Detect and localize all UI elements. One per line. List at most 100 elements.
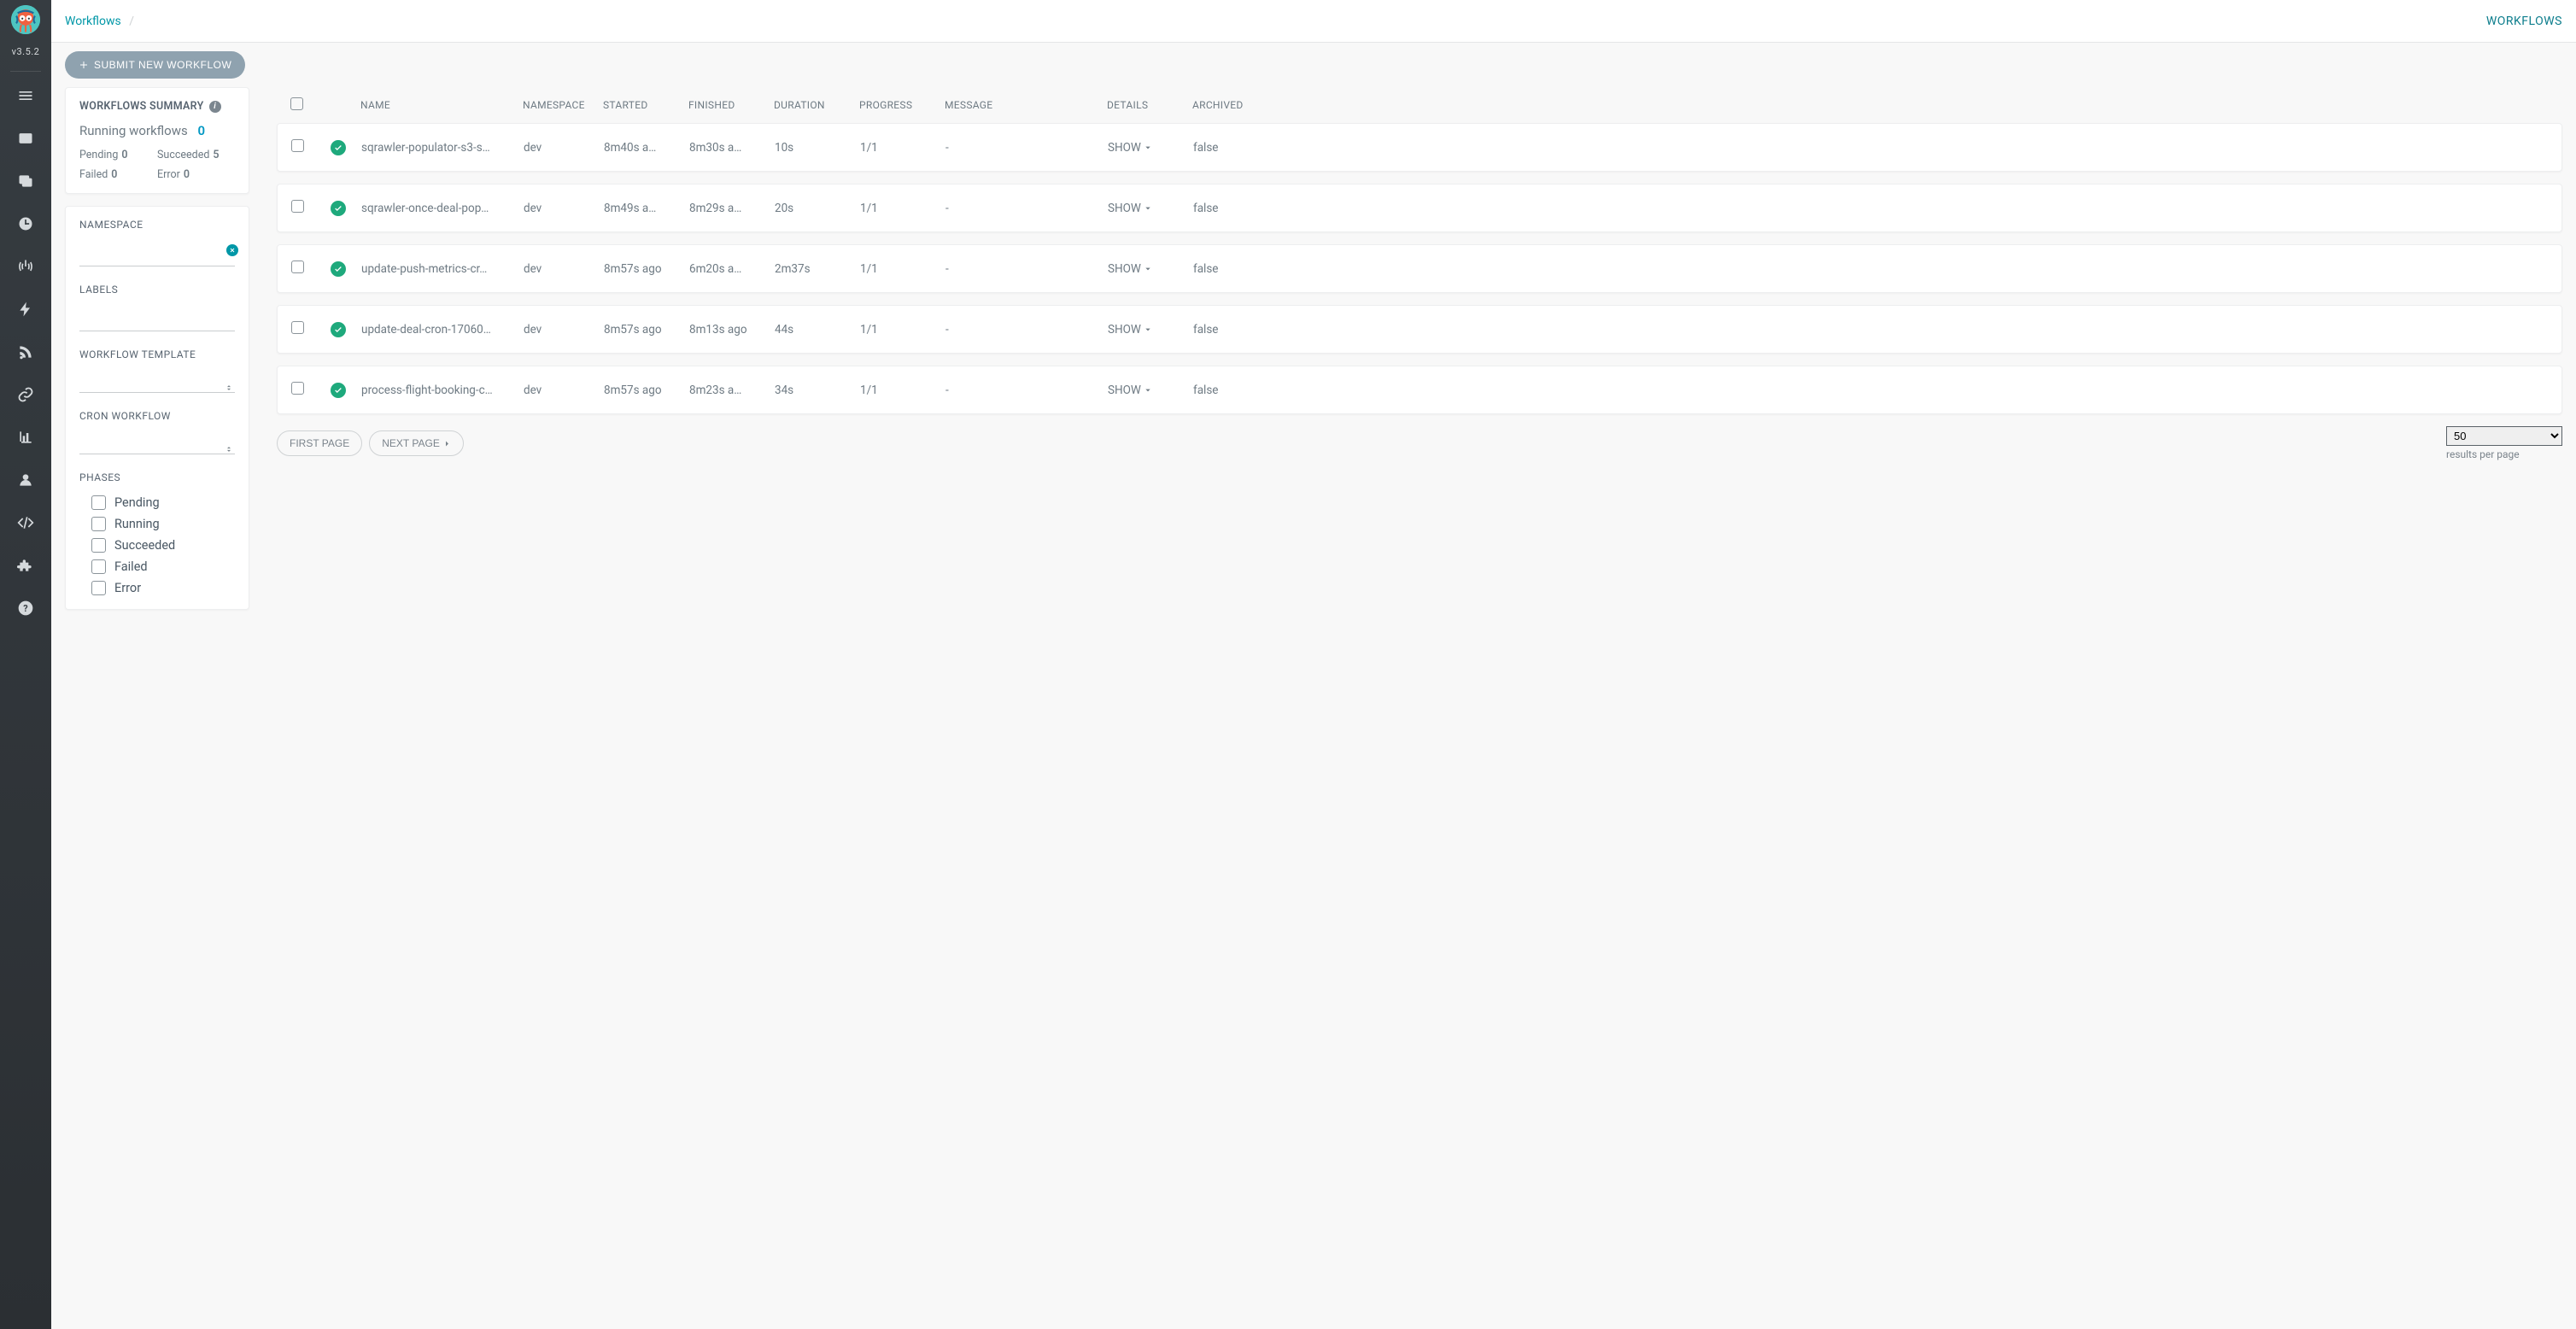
table-row[interactable]: update-deal-cron-17060…dev8m57s ago8m13s… bbox=[277, 305, 2562, 354]
nav-user[interactable] bbox=[0, 465, 51, 495]
details-show-button[interactable]: SHOW bbox=[1108, 262, 1193, 276]
phase-checkbox[interactable] bbox=[91, 517, 106, 531]
nav-help[interactable]: ? bbox=[0, 593, 51, 624]
cell-duration: 2m37s bbox=[775, 262, 860, 276]
phase-checkbox[interactable] bbox=[91, 581, 106, 595]
phase-label: Running bbox=[114, 517, 160, 531]
cell-name: sqrawler-once-deal-pop… bbox=[361, 202, 524, 215]
cell-namespace: dev bbox=[524, 141, 604, 155]
cards-icon bbox=[17, 173, 34, 190]
cell-started: 8m57s ago bbox=[604, 323, 689, 337]
nav-plugins[interactable] bbox=[0, 550, 51, 581]
cell-started: 8m40s a… bbox=[604, 141, 689, 155]
running-label: Running workflows bbox=[79, 123, 188, 138]
puzzle-icon bbox=[17, 557, 34, 574]
breadcrumb-separator: / bbox=[129, 15, 134, 28]
nav-cluster-templates[interactable] bbox=[0, 166, 51, 196]
nav-cron[interactable] bbox=[0, 208, 51, 239]
nav-api[interactable] bbox=[0, 507, 51, 538]
nav-sensors[interactable] bbox=[0, 251, 51, 282]
cell-archived: false bbox=[1193, 383, 1255, 397]
submit-workflow-label: SUBMIT NEW WORKFLOW bbox=[94, 59, 231, 71]
cell-finished: 8m29s a… bbox=[689, 202, 775, 215]
phase-running[interactable]: Running bbox=[91, 517, 235, 531]
namespace-clear-button[interactable] bbox=[226, 244, 238, 256]
namespace-input[interactable] bbox=[79, 246, 235, 266]
cron-workflow-label: CRON WORKFLOW bbox=[79, 410, 235, 422]
details-show-button[interactable]: SHOW bbox=[1108, 141, 1193, 155]
col-archived: ARCHIVED bbox=[1192, 99, 1254, 111]
phase-pending[interactable]: Pending bbox=[91, 495, 235, 510]
caret-down-icon bbox=[1145, 144, 1151, 151]
version-label: v3.5.2 bbox=[12, 46, 40, 57]
cron-workflow-select[interactable] bbox=[79, 437, 235, 454]
table-row[interactable]: update-push-metrics-cr…dev8m57s ago6m20s… bbox=[277, 244, 2562, 293]
col-finished: FINISHED bbox=[688, 99, 774, 111]
caret-down-icon bbox=[1145, 326, 1151, 333]
cell-progress: 1/1 bbox=[860, 383, 946, 397]
labels-label: LABELS bbox=[79, 284, 235, 296]
plus-icon bbox=[79, 60, 89, 70]
row-checkbox[interactable] bbox=[291, 261, 304, 273]
cell-progress: 1/1 bbox=[860, 262, 946, 276]
cell-archived: false bbox=[1193, 323, 1255, 337]
details-show-button[interactable]: SHOW bbox=[1108, 202, 1193, 215]
col-started: STARTED bbox=[603, 99, 688, 111]
first-page-button[interactable]: FIRST PAGE bbox=[277, 430, 362, 456]
select-all-checkbox[interactable] bbox=[290, 97, 303, 110]
details-show-button[interactable]: SHOW bbox=[1108, 383, 1193, 397]
table-row[interactable]: sqrawler-once-deal-pop…dev8m49s a…8m29s … bbox=[277, 184, 2562, 232]
row-checkbox[interactable] bbox=[291, 139, 304, 152]
argo-logo[interactable] bbox=[11, 5, 40, 34]
bolt-icon bbox=[17, 301, 34, 318]
info-icon[interactable]: i bbox=[209, 101, 221, 113]
phase-checkbox[interactable] bbox=[91, 538, 106, 553]
filters-sidebar: WORKFLOWS SUMMARY i Running workflows 0 … bbox=[65, 87, 249, 610]
cell-progress: 1/1 bbox=[860, 323, 946, 337]
chevron-right-icon bbox=[443, 440, 451, 448]
cell-message: - bbox=[946, 202, 1108, 215]
cell-message: - bbox=[946, 141, 1108, 155]
phase-error[interactable]: Error bbox=[91, 581, 235, 595]
close-icon bbox=[229, 247, 236, 254]
cell-archived: false bbox=[1193, 141, 1255, 155]
table-area: NAME NAMESPACE STARTED FINISHED DURATION… bbox=[277, 87, 2562, 460]
table-row[interactable]: sqrawler-populator-s3-s…dev8m40s a…8m30s… bbox=[277, 123, 2562, 172]
nav-reports[interactable] bbox=[0, 422, 51, 453]
nav-event-sources[interactable] bbox=[0, 337, 51, 367]
cell-progress: 1/1 bbox=[860, 141, 946, 155]
breadcrumb-root[interactable]: Workflows bbox=[65, 15, 121, 28]
phase-label: Succeeded bbox=[114, 538, 175, 553]
status-succeeded-icon bbox=[331, 383, 346, 398]
breadcrumb: Workflows / bbox=[65, 15, 139, 28]
table-row[interactable]: process-flight-booking-c…dev8m57s ago8m2… bbox=[277, 366, 2562, 414]
phase-succeeded[interactable]: Succeeded bbox=[91, 538, 235, 553]
next-page-button[interactable]: NEXT PAGE bbox=[369, 430, 464, 456]
phase-label: Error bbox=[114, 581, 141, 595]
table-header: NAME NAMESPACE STARTED FINISHED DURATION… bbox=[277, 87, 2562, 123]
filters-card: NAMESPACE LABELS WORKFLOW TEMPLATE bbox=[65, 206, 249, 610]
details-show-button[interactable]: SHOW bbox=[1108, 323, 1193, 337]
antenna-icon bbox=[17, 258, 34, 275]
submit-workflow-button[interactable]: SUBMIT NEW WORKFLOW bbox=[65, 51, 245, 79]
nav-templates[interactable] bbox=[0, 123, 51, 154]
labels-input[interactable] bbox=[79, 311, 235, 331]
help-icon: ? bbox=[17, 600, 34, 617]
nav-timeline[interactable] bbox=[0, 80, 51, 111]
link-icon bbox=[17, 386, 34, 403]
namespace-label: NAMESPACE bbox=[79, 219, 235, 231]
row-checkbox[interactable] bbox=[291, 382, 304, 395]
nav-events[interactable] bbox=[0, 294, 51, 325]
row-checkbox[interactable] bbox=[291, 200, 304, 213]
succeeded-stat: Succeeded5 bbox=[157, 149, 235, 161]
workflow-template-select[interactable] bbox=[79, 376, 235, 393]
phase-checkbox[interactable] bbox=[91, 495, 106, 510]
cell-namespace: dev bbox=[524, 262, 604, 276]
phase-failed[interactable]: Failed bbox=[91, 559, 235, 574]
cell-finished: 8m13s ago bbox=[689, 323, 775, 337]
page-size-select[interactable]: 50 bbox=[2446, 426, 2562, 446]
page-size-hint: results per page bbox=[2446, 448, 2562, 460]
phase-checkbox[interactable] bbox=[91, 559, 106, 574]
nav-links[interactable] bbox=[0, 379, 51, 410]
row-checkbox[interactable] bbox=[291, 321, 304, 334]
